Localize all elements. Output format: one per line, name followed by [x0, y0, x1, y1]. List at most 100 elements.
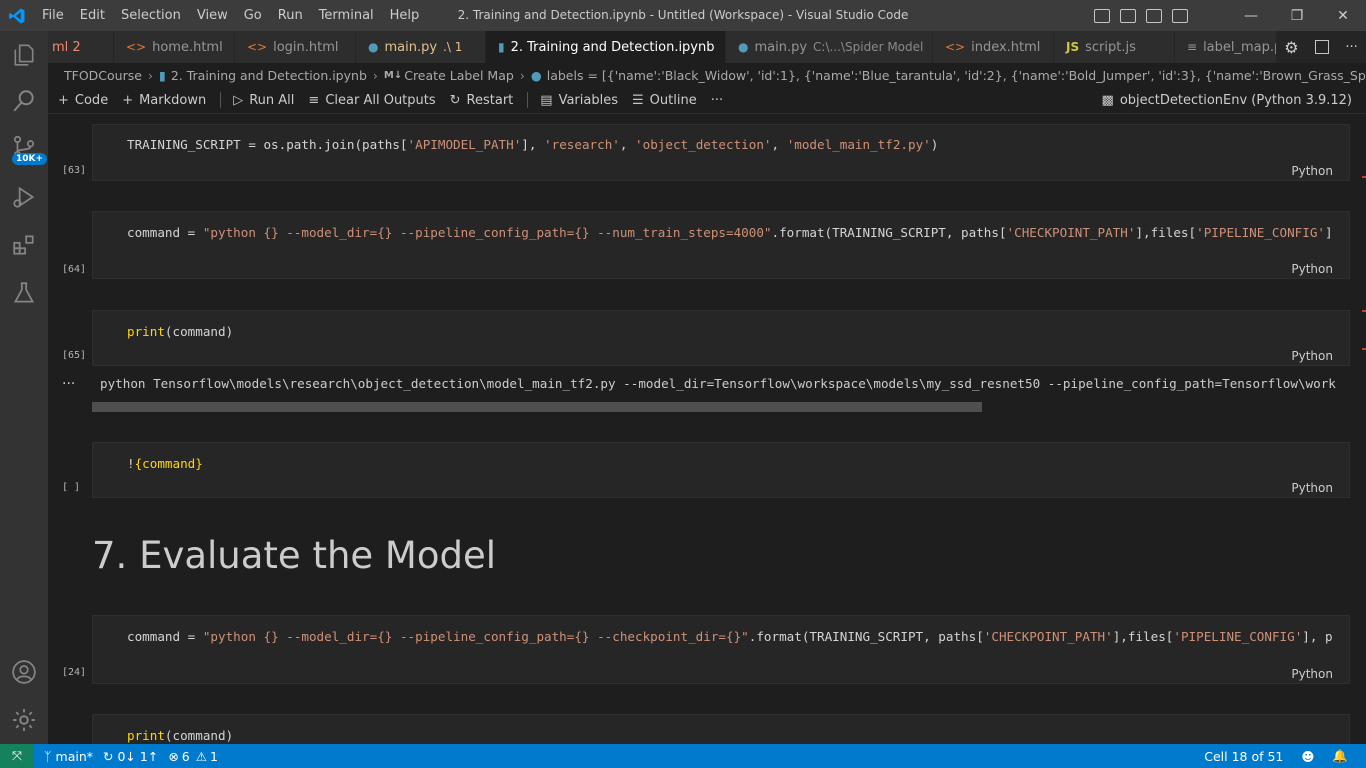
code-cell[interactable]: !{command} Python [92, 442, 1350, 498]
settings-gear-icon[interactable]: ⚙ [1284, 38, 1298, 57]
tab-index-html[interactable]: <> index.html [933, 31, 1054, 63]
change-marker [1362, 176, 1366, 178]
python-cell-icon: ● [530, 67, 542, 83]
menu-bar: File Edit Selection View Go Run Terminal… [34, 0, 427, 31]
menu-help[interactable]: Help [382, 0, 428, 31]
remote-indicator-icon[interactable]: ⤧ [0, 744, 34, 768]
menu-go[interactable]: Go [236, 0, 270, 31]
warning-count: 1 [209, 748, 218, 764]
cell-position[interactable]: Cell 18 of 51 [1204, 749, 1283, 764]
cell-code[interactable]: print(command) [127, 324, 233, 339]
minimize-button[interactable]: — [1228, 0, 1274, 31]
branch-status[interactable]: ᛉ main* [44, 749, 93, 764]
breadcrumb-folder[interactable]: TFODCourse [64, 68, 142, 83]
tab-label: main.py [384, 39, 438, 55]
menu-terminal[interactable]: Terminal [311, 0, 382, 31]
error-icon: ⊗ [168, 748, 179, 764]
code-cell[interactable]: print(command) [92, 714, 1350, 744]
variables-button[interactable]: ▤ Variables [540, 93, 618, 108]
split-editor-icon[interactable] [1314, 40, 1329, 54]
cell-code[interactable]: TRAINING_SCRIPT = os.path.join(paths['AP… [127, 137, 938, 152]
tab-main-py-spider[interactable]: ● main.py C:\...\Spider Model [726, 31, 933, 63]
code-cell[interactable]: command = "python {} --model_dir={} --pi… [92, 211, 1350, 279]
code-cell[interactable]: command = "python {} --model_dir={} --pi… [92, 615, 1350, 684]
sync-status[interactable]: ↻ 0↓ 1↑ [103, 749, 158, 764]
manage-gear-icon[interactable] [0, 696, 48, 744]
toggle-secondary-sidebar-icon[interactable] [1146, 8, 1162, 23]
menu-file[interactable]: File [34, 0, 72, 31]
run-all-button[interactable]: ▷ Run All [233, 93, 294, 108]
run-debug-icon[interactable] [0, 173, 48, 221]
restore-button[interactable]: ❐ [1274, 0, 1320, 31]
chevron-right-icon: › [372, 67, 378, 83]
more-toolbar-button[interactable]: ··· [711, 93, 723, 108]
notebook-file-icon: ▮ [498, 40, 505, 54]
explorer-icon[interactable] [0, 31, 48, 79]
cell-code[interactable]: command = "python {} --model_dir={} --pi… [127, 225, 1333, 240]
kernel-label: objectDetectionEnv (Python 3.9.12) [1119, 93, 1352, 108]
execution-count: [ ] [62, 482, 81, 493]
feedback-icon[interactable]: ☻ [1301, 749, 1314, 764]
source-control-badge: 10K+ [12, 153, 48, 165]
more-actions-icon[interactable]: ··· [1345, 40, 1357, 55]
menu-view[interactable]: View [189, 0, 236, 31]
problems-status[interactable]: ⊗ 6 ⚠ 1 [168, 749, 218, 764]
cell-language[interactable]: Python [1291, 349, 1333, 363]
outline-button[interactable]: ☰ Outline [632, 93, 697, 108]
accounts-icon[interactable] [0, 648, 48, 696]
tab-label: script.js [1085, 39, 1136, 55]
output-horizontal-scrollbar[interactable] [92, 402, 982, 412]
tab-label: ml 2 [52, 39, 81, 55]
clear-all-outputs-button[interactable]: ≡ Clear All Outputs [308, 93, 435, 108]
notifications-bell-icon[interactable]: 🔔 [1332, 748, 1348, 764]
breadcrumb-file[interactable]: 2. Training and Detection.ipynb [171, 68, 367, 83]
tab-training-detection-ipynb[interactable]: ▮ 2. Training and Detection.ipynb ✕ [486, 31, 737, 63]
toggle-primary-sidebar-icon[interactable] [1094, 8, 1110, 23]
code-cell[interactable]: TRAINING_SCRIPT = os.path.join(paths['AP… [92, 124, 1350, 181]
code-cell[interactable]: print(command) Python [92, 310, 1350, 366]
tab-label: main.py [754, 39, 808, 55]
tab-login-html[interactable]: <> login.html [235, 31, 356, 63]
menu-edit[interactable]: Edit [72, 0, 113, 31]
cell-code[interactable]: print(command) [127, 728, 233, 743]
menu-run[interactable]: Run [270, 0, 311, 31]
tab-main-py[interactable]: ● main.py .\ 1 [356, 31, 486, 63]
markdown-icon: M↓ [383, 69, 403, 81]
clear-all-label: Clear All Outputs [325, 92, 436, 108]
menu-selection[interactable]: Selection [113, 0, 189, 31]
restart-button[interactable]: ↻ Restart [450, 93, 514, 108]
cell-code[interactable]: command = "python {} --model_dir={} --pi… [127, 629, 1333, 644]
testing-icon[interactable] [0, 269, 48, 317]
source-control-icon[interactable]: 10K+ [0, 123, 48, 171]
outline-icon: ☰ [632, 92, 644, 108]
add-markdown-cell-button[interactable]: + Markdown [122, 93, 206, 108]
tab-script-js[interactable]: JS script.js [1054, 31, 1175, 63]
cell-language[interactable]: Python [1291, 481, 1333, 495]
outline-label: Outline [649, 92, 697, 108]
tab-ml[interactable]: ml 2 [48, 31, 114, 63]
js-file-icon: JS [1066, 40, 1080, 54]
toggle-panel-icon[interactable] [1120, 8, 1136, 23]
toolbar-divider [220, 92, 222, 108]
cell-language[interactable]: Python [1291, 667, 1333, 681]
breadcrumb-section[interactable]: Create Label Map [404, 68, 514, 83]
close-window-button[interactable]: ✕ [1320, 0, 1366, 31]
text-file-icon: ≡ [1187, 40, 1198, 54]
tab-label: index.html [971, 39, 1041, 55]
customize-layout-icon[interactable] [1172, 8, 1188, 23]
tab-home-html[interactable]: <> home.html [114, 31, 235, 63]
cell-language[interactable]: Python [1291, 262, 1333, 276]
error-count: 6 [181, 748, 190, 764]
kernel-picker[interactable]: ▩ objectDetectionEnv (Python 3.9.12) [1102, 87, 1352, 114]
sync-icon: ↻ [103, 748, 114, 764]
output-actions-icon[interactable]: ··· [62, 376, 75, 392]
extensions-icon[interactable] [0, 221, 48, 269]
breadcrumb-symbol[interactable]: labels = [{'name':'Black_Widow', 'id':1}… [547, 68, 1366, 83]
tab-description: .\ 1 [443, 40, 463, 54]
markdown-heading[interactable]: 7. Evaluate the Model [92, 534, 496, 577]
add-code-cell-button[interactable]: + Code [58, 93, 108, 108]
cell-code[interactable]: !{command} [127, 456, 203, 471]
cell-language[interactable]: Python [1291, 164, 1333, 178]
search-icon[interactable] [0, 77, 48, 125]
git-branch-icon: ᛉ [44, 748, 52, 764]
